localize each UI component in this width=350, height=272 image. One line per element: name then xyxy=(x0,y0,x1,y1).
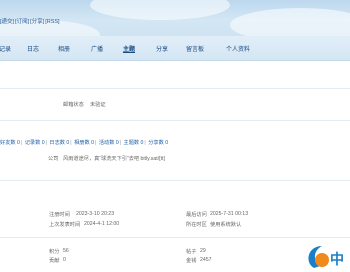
nav-item-broadcast[interactable]: 广播 xyxy=(91,44,103,53)
timezone-value: 使用系统默认 xyxy=(210,222,242,228)
stats-row: 好友数 0| 记录数 0| 日志数 0| 相册数 0| 活动数 0| 主题数 0… xyxy=(0,140,169,146)
points-label: 积分 xyxy=(49,249,60,255)
stat-friends[interactable]: 好友数 0 xyxy=(0,140,20,146)
register-time-label: 注册时间 xyxy=(49,212,70,218)
header-link-2[interactable]: [分享] xyxy=(30,19,44,25)
header-link-1[interactable]: [订阅] xyxy=(15,19,29,25)
last-post-label: 上次发表时间 xyxy=(49,222,81,228)
divider xyxy=(0,237,350,238)
email-status-value: 未验证 xyxy=(90,102,106,108)
divider xyxy=(0,180,350,181)
contribution-value: 0 xyxy=(63,257,66,263)
posts-label: 帖子 xyxy=(186,249,197,255)
nav-item-album[interactable]: 相册 xyxy=(58,44,70,53)
company-label: 公司 xyxy=(48,156,59,162)
stat-blogs[interactable]: 日志数 0 xyxy=(49,140,69,146)
main-nav: 记录 日志 相册 广播 主题 分享 留言板 个人资料 xyxy=(0,36,350,61)
divider xyxy=(0,88,350,89)
header-links: [递交][订阅][分享][RSS] xyxy=(0,17,61,25)
posts-value: 29 xyxy=(200,248,206,254)
nav-item-blog[interactable]: 日志 xyxy=(27,44,39,53)
logo-ball-icon xyxy=(315,253,329,267)
stat-albums[interactable]: 相册数 0 xyxy=(74,140,94,146)
register-time-value: 2023-3-10 20:23 xyxy=(76,211,115,217)
company-value: 风雨道途尽，真“球洗天下引”去吧 bitly.sat/[tt] xyxy=(63,156,165,162)
email-status-label: 邮箱状态 xyxy=(63,102,84,108)
gold-value: 2457 xyxy=(200,257,212,263)
site-logo-watermark: 中 xyxy=(300,238,350,270)
stat-shares[interactable]: 分享数 0 xyxy=(148,140,168,146)
stat-activities[interactable]: 活动数 0 xyxy=(99,140,119,146)
points-value: 56 xyxy=(63,248,69,254)
last-visit-value: 2025-7-31 00:13 xyxy=(210,211,249,217)
stat-topics[interactable]: 主题数 0 xyxy=(124,140,144,146)
stat-records[interactable]: 记录数 0 xyxy=(25,140,45,146)
divider xyxy=(0,120,350,121)
last-post-value: 2024-4-1 12:00 xyxy=(84,221,120,227)
nav-item-records[interactable]: 记录 xyxy=(0,44,11,53)
header-link-3[interactable]: [RSS] xyxy=(45,19,59,25)
gold-label: 金钱 xyxy=(186,258,197,264)
last-visit-label: 最后访问 xyxy=(186,212,207,218)
nav-item-topics[interactable]: 主题 xyxy=(123,44,135,53)
timezone-label: 所在时区 xyxy=(186,222,207,228)
nav-item-guestbook[interactable]: 留言板 xyxy=(186,44,204,53)
header-link-0[interactable]: [递交] xyxy=(0,19,14,25)
nav-item-share[interactable]: 分享 xyxy=(156,44,168,53)
nav-item-profile[interactable]: 个人资料 xyxy=(226,44,250,53)
logo-text: 中 xyxy=(330,251,344,268)
contribution-label: 贡献 xyxy=(49,258,60,264)
